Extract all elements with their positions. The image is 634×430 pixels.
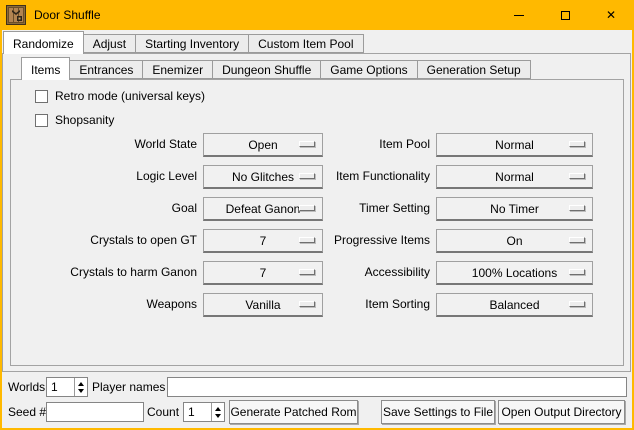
close-icon: ✕ — [606, 9, 616, 21]
titlebar: Door Shuffle ✕ — [0, 0, 634, 30]
weapons-label: Weapons — [22, 297, 197, 311]
dropdown-value: No Glitches — [232, 170, 294, 184]
worlds-label: Worlds — [8, 380, 45, 394]
tab-enemizer[interactable]: Enemizer — [142, 60, 213, 79]
maximize-icon — [561, 11, 570, 20]
spin-up-icon[interactable] — [78, 382, 84, 386]
dropdown-value: On — [506, 234, 522, 248]
count-label: Count — [147, 405, 179, 419]
timer-setting-dropdown[interactable]: No Timer — [436, 197, 593, 221]
dropdown-value: 7 — [260, 266, 267, 280]
spinner-arrows[interactable] — [74, 378, 87, 396]
open-output-directory-button[interactable]: Open Output Directory — [498, 400, 625, 424]
dropdown-indicator-icon — [569, 205, 585, 211]
dropdown-value: Vanilla — [245, 298, 280, 312]
window-title: Door Shuffle — [34, 8, 101, 22]
main-tabbar: Randomize Adjust Starting Inventory Cust… — [3, 31, 363, 53]
tab-game-options[interactable]: Game Options — [320, 60, 417, 79]
checkbox-icon[interactable] — [35, 90, 48, 103]
crystals-harm-ganon-label: Crystals to harm Ganon — [22, 265, 197, 279]
dropdown-indicator-icon — [569, 269, 585, 275]
crystals-open-gt-label: Crystals to open GT — [22, 233, 197, 247]
worlds-spinner[interactable]: 1 — [46, 377, 88, 397]
spinner-value: 1 — [184, 403, 211, 421]
dropdown-indicator-icon — [569, 301, 585, 307]
sub-tabbar: Items Entrances Enemizer Dungeon Shuffle… — [21, 57, 530, 79]
retro-mode-checkbox[interactable]: Retro mode (universal keys) — [35, 89, 205, 103]
item-functionality-label: Item Functionality — [292, 169, 430, 183]
player-names-label: Player names — [92, 380, 165, 394]
logic-level-label: Logic Level — [22, 169, 197, 183]
world-state-label: World State — [22, 137, 197, 151]
dropdown-value: 7 — [260, 234, 267, 248]
dropdown-value: Normal — [495, 170, 534, 184]
item-sorting-dropdown[interactable]: Balanced — [436, 293, 593, 317]
minimize-button[interactable] — [496, 0, 542, 30]
dropdown-indicator-icon — [569, 141, 585, 147]
tab-starting-inventory[interactable]: Starting Inventory — [135, 34, 249, 53]
dropdown-value: Open — [248, 138, 277, 152]
checkbox-label: Shopsanity — [55, 113, 114, 127]
window-controls: ✕ — [496, 0, 634, 30]
generate-patched-rom-button[interactable]: Generate Patched Rom — [229, 400, 358, 424]
app-window: Door Shuffle ✕ Randomize Adjust Starting… — [0, 0, 634, 430]
minimize-icon — [514, 15, 524, 16]
progressive-items-label: Progressive Items — [292, 233, 430, 247]
dropdown-indicator-icon — [569, 237, 585, 243]
close-button[interactable]: ✕ — [588, 0, 634, 30]
tab-items[interactable]: Items — [21, 57, 70, 80]
spinner-arrows[interactable] — [211, 403, 224, 421]
item-pool-label: Item Pool — [292, 137, 430, 151]
seed-label: Seed # — [8, 405, 46, 419]
timer-setting-label: Timer Setting — [292, 201, 430, 215]
checkbox-label: Retro mode (universal keys) — [55, 89, 205, 103]
player-names-input[interactable] — [167, 377, 627, 397]
item-sorting-label: Item Sorting — [292, 297, 430, 311]
spin-down-icon[interactable] — [78, 389, 84, 393]
item-pool-dropdown[interactable]: Normal — [436, 133, 593, 157]
accessibility-dropdown[interactable]: 100% Locations — [436, 261, 593, 285]
tab-custom-item-pool[interactable]: Custom Item Pool — [248, 34, 363, 53]
door-icon — [6, 5, 26, 25]
dropdown-value: 100% Locations — [472, 266, 557, 280]
tab-entrances[interactable]: Entrances — [69, 60, 143, 79]
checkbox-icon[interactable] — [35, 114, 48, 127]
dropdown-value: Defeat Ganon — [226, 202, 301, 216]
spinner-value: 1 — [47, 378, 74, 396]
spin-down-icon[interactable] — [215, 414, 221, 418]
maximize-button[interactable] — [542, 0, 588, 30]
tab-generation-setup[interactable]: Generation Setup — [417, 60, 531, 79]
goal-label: Goal — [22, 201, 197, 215]
tab-dungeon-shuffle[interactable]: Dungeon Shuffle — [212, 60, 321, 79]
progressive-items-dropdown[interactable]: On — [436, 229, 593, 253]
shopsanity-checkbox[interactable]: Shopsanity — [35, 113, 114, 127]
client-area: Randomize Adjust Starting Inventory Cust… — [2, 30, 632, 428]
dropdown-value: Normal — [495, 138, 534, 152]
save-settings-button[interactable]: Save Settings to File — [381, 400, 495, 424]
count-spinner[interactable]: 1 — [183, 402, 225, 422]
seed-input[interactable] — [46, 402, 144, 422]
dropdown-value: Balanced — [489, 298, 539, 312]
dropdown-value: No Timer — [490, 202, 539, 216]
dropdown-indicator-icon — [569, 173, 585, 179]
item-functionality-dropdown[interactable]: Normal — [436, 165, 593, 189]
accessibility-label: Accessibility — [292, 265, 430, 279]
tab-randomize[interactable]: Randomize — [3, 31, 84, 54]
spin-up-icon[interactable] — [215, 407, 221, 411]
tab-adjust[interactable]: Adjust — [83, 34, 136, 53]
